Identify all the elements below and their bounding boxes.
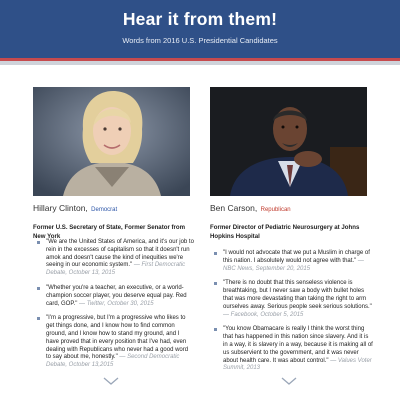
candidate-role-carson: Former Director of Pediatric Neurosurger…	[210, 224, 360, 240]
quote-text: "I would not advocate that we put a Musl…	[223, 250, 370, 264]
candidate-photo-carson	[210, 87, 367, 196]
quote-item: "There is no doubt that this senseless v…	[214, 280, 373, 319]
candidate-name: Hillary Clinton,	[33, 203, 88, 213]
chevron-down-icon[interactable]	[281, 372, 297, 390]
page-header: Hear it from them! Words from 2016 U.S. …	[0, 0, 400, 58]
page-title: Hear it from them!	[122, 9, 278, 29]
candidate-name-carson: Ben Carson, Republican	[210, 203, 291, 213]
quote-list-carson: "I would not advocate that we put a Musl…	[214, 250, 373, 380]
candidate-name: Ben Carson,	[210, 203, 258, 213]
quote-source: — Facebook, October 5, 2015	[223, 311, 304, 318]
quote-item: "You know Obamacare is really I think th…	[214, 326, 373, 373]
candidate-name-clinton: Hillary Clinton, Democrat	[33, 203, 117, 213]
page-subtitle: Words from 2016 U.S. Presidential Candid…	[122, 36, 278, 45]
quote-item: "I would not advocate that we put a Musl…	[214, 250, 373, 273]
chevron-down-icon[interactable]	[103, 372, 119, 390]
party-label: Republican	[260, 207, 291, 213]
quote-list-clinton: "We are the United States of America, an…	[37, 239, 194, 377]
quote-text: "There is no doubt that this senseless v…	[223, 280, 372, 310]
header-divider-grey	[0, 61, 400, 65]
quote-item: "Whether you're a teacher, an executive,…	[37, 285, 194, 308]
quote-item: "We are the United States of America, an…	[37, 239, 194, 278]
quote-item: "I'm a progressive, but I'm a progressiv…	[37, 315, 194, 370]
party-label: Democrat	[91, 207, 118, 213]
candidate-photo-clinton	[33, 87, 190, 196]
quote-source: — Twitter, October 30, 2015	[79, 300, 154, 307]
